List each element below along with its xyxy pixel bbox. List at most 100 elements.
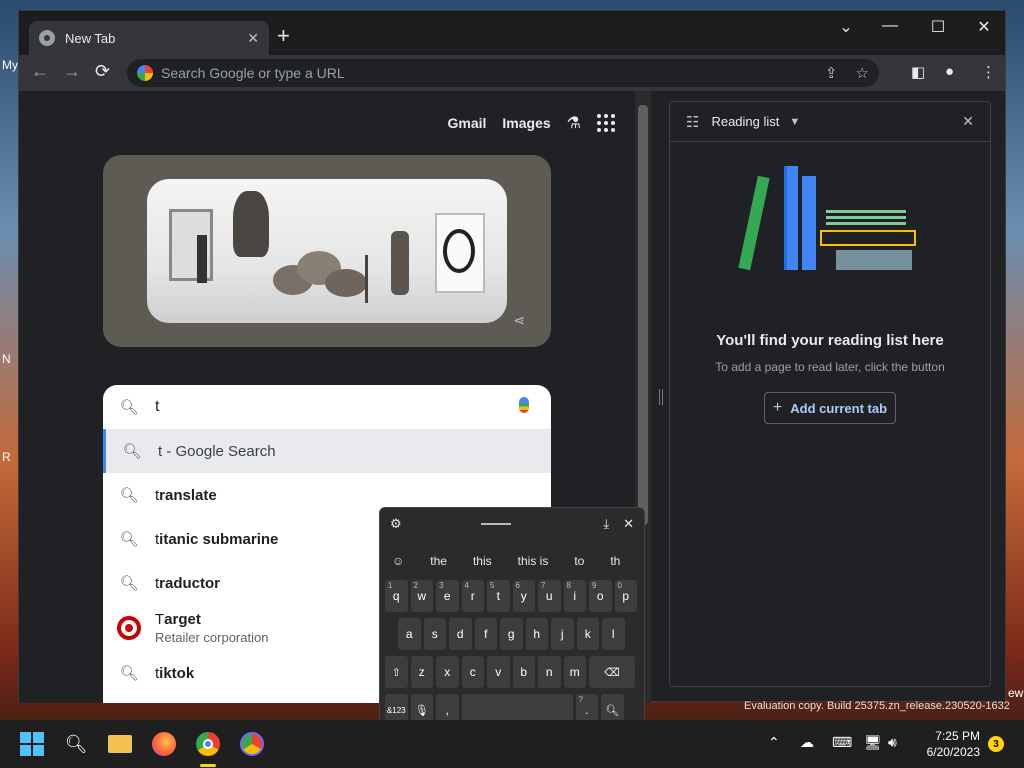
keyboard-dock-icon[interactable]: ⤓ bbox=[603, 516, 609, 532]
backspace-key[interactable]: ⌫ bbox=[589, 656, 635, 688]
key-o[interactable]: 9o bbox=[589, 580, 612, 612]
key-q[interactable]: 1q bbox=[385, 580, 408, 612]
menu-icon[interactable]: ⋮ bbox=[981, 63, 996, 81]
chrome-icon[interactable] bbox=[194, 730, 222, 758]
key-r[interactable]: 4r bbox=[461, 580, 484, 612]
key-d[interactable]: d bbox=[449, 618, 472, 650]
keyboard-close-icon[interactable]: ✕ bbox=[623, 516, 634, 532]
key-u[interactable]: 7u bbox=[538, 580, 561, 612]
google-doodle[interactable]: ⋖ bbox=[103, 155, 551, 347]
suggestion-item[interactable]: 🔍︎ t - Google Search bbox=[103, 429, 551, 473]
bookmark-star-icon[interactable]: ☆ bbox=[856, 64, 869, 82]
key-e[interactable]: 3e bbox=[436, 580, 459, 612]
key-v[interactable]: v bbox=[487, 656, 510, 688]
key-p[interactable]: 0p bbox=[614, 580, 637, 612]
tray-overflow-icon[interactable]: ⌃ bbox=[768, 734, 780, 751]
close-window-button[interactable]: ✕ bbox=[969, 17, 999, 37]
voice-search-icon[interactable] bbox=[519, 397, 529, 413]
profile-icon[interactable]: ● bbox=[945, 63, 954, 80]
active-app-indicator bbox=[200, 764, 216, 767]
keyboard-suggestion[interactable]: this is bbox=[518, 554, 549, 568]
add-current-tab-button[interactable]: + Add current tab bbox=[764, 392, 896, 424]
close-icon[interactable]: ✕ bbox=[962, 113, 974, 130]
images-link[interactable]: Images bbox=[502, 115, 550, 131]
key-k[interactable]: k bbox=[576, 618, 599, 650]
key-n[interactable]: n bbox=[538, 656, 561, 688]
reading-list-panel: ☷ Reading list ▼ ✕ You'll find your read… bbox=[669, 101, 991, 687]
key-w[interactable]: 2w bbox=[410, 580, 433, 612]
start-button[interactable] bbox=[18, 730, 46, 758]
doodle-image bbox=[147, 179, 507, 323]
search-icon: 🔍︎ bbox=[119, 487, 139, 504]
keyboard-suggestion[interactable]: th bbox=[610, 554, 620, 568]
tab-new-tab[interactable]: New Tab ✕ bbox=[29, 21, 269, 55]
gmail-link[interactable]: Gmail bbox=[448, 115, 487, 131]
panel-resize-handle[interactable] bbox=[659, 389, 663, 405]
key-b[interactable]: b bbox=[512, 656, 535, 688]
reload-button[interactable]: ⟳ bbox=[95, 61, 110, 82]
keyboard-suggestion[interactable]: this bbox=[473, 554, 492, 568]
doodle-share-icon[interactable]: ⋖ bbox=[513, 312, 525, 329]
labs-flask-icon[interactable]: ⚗ bbox=[567, 113, 581, 133]
emoji-icon[interactable]: ☺ bbox=[392, 554, 404, 568]
keyboard-suggestion[interactable]: to bbox=[574, 554, 584, 568]
forward-button[interactable]: → bbox=[63, 61, 81, 82]
keyboard-suggestion[interactable]: the bbox=[430, 554, 447, 568]
side-panel-icon[interactable]: ◧ bbox=[911, 63, 925, 81]
key-f[interactable]: f bbox=[474, 618, 497, 650]
keyboard-settings-icon[interactable]: ⚙ bbox=[390, 516, 402, 532]
windows-icon bbox=[20, 732, 44, 756]
search-icon[interactable]: 🔍︎ bbox=[62, 730, 90, 758]
tab-search-button[interactable]: ⌄ bbox=[831, 17, 861, 37]
omnibox[interactable]: Search Google or type a URL ⇪ ☆ bbox=[127, 59, 879, 87]
reading-list-empty-heading: You'll find your reading list here bbox=[716, 332, 944, 349]
volume-icon[interactable]: 🔊︎ bbox=[888, 734, 897, 751]
key-t[interactable]: 5t bbox=[487, 580, 510, 612]
apps-grid-icon[interactable] bbox=[597, 114, 615, 132]
minimize-button[interactable]: — bbox=[875, 17, 905, 35]
keyboard-row-3: ⇧ z x c v b n m ⌫ bbox=[385, 656, 635, 688]
desktop-icon-label: My bbox=[2, 58, 18, 72]
chevron-down-icon[interactable]: ▼ bbox=[789, 116, 800, 128]
omnibox-input[interactable]: Search Google or type a URL bbox=[161, 65, 807, 81]
key-x[interactable]: x bbox=[436, 656, 459, 688]
reading-list-icon: ☷ bbox=[686, 113, 700, 131]
tab-close-icon[interactable]: ✕ bbox=[247, 30, 259, 47]
search-input[interactable]: t bbox=[155, 398, 159, 416]
key-a[interactable]: a bbox=[398, 618, 421, 650]
key-i[interactable]: 8i bbox=[563, 580, 586, 612]
key-z[interactable]: z bbox=[410, 656, 433, 688]
reading-list-illustration bbox=[738, 166, 920, 276]
new-tab-button[interactable]: + bbox=[277, 23, 290, 49]
key-g[interactable]: g bbox=[500, 618, 523, 650]
key-y[interactable]: 6y bbox=[512, 580, 535, 612]
firefox-icon[interactable] bbox=[150, 730, 178, 758]
notification-badge[interactable]: 3 bbox=[988, 736, 1004, 752]
key-l[interactable]: l bbox=[602, 618, 625, 650]
clock-date: 6/20/2023 bbox=[926, 745, 980, 759]
search-icon: 🔍︎ bbox=[119, 531, 139, 548]
scroll-thumb[interactable] bbox=[638, 105, 648, 525]
file-explorer-icon[interactable] bbox=[106, 730, 134, 758]
suggestion-text: arget bbox=[164, 611, 201, 628]
maximize-button[interactable]: ☐ bbox=[923, 17, 953, 37]
network-icon[interactable]: 🖥︎ bbox=[864, 734, 882, 751]
onedrive-icon[interactable]: ☁ bbox=[800, 734, 814, 751]
key-s[interactable]: s bbox=[423, 618, 446, 650]
back-button[interactable]: ← bbox=[31, 61, 49, 82]
side-panel-title[interactable]: Reading list bbox=[711, 114, 779, 129]
chrome-canary-icon[interactable] bbox=[238, 730, 266, 758]
share-icon[interactable]: ⇪ bbox=[825, 64, 838, 82]
system-clock[interactable]: 7:25 PM 6/20/2023 bbox=[920, 728, 980, 760]
key-j[interactable]: j bbox=[551, 618, 574, 650]
key-h[interactable]: h bbox=[525, 618, 548, 650]
search-input-row[interactable]: 🔍︎ t bbox=[103, 385, 551, 429]
tab-title: New Tab bbox=[65, 30, 116, 46]
keyboard-drag-handle[interactable] bbox=[480, 523, 511, 525]
chrome-icon bbox=[39, 30, 55, 46]
keyboard-icon[interactable]: ⌨ bbox=[832, 734, 852, 751]
shift-key[interactable]: ⇧ bbox=[385, 656, 408, 688]
key-m[interactable]: m bbox=[563, 656, 586, 688]
keyboard-top-bar[interactable]: ⚙ ⤓ ✕ bbox=[380, 508, 644, 540]
key-c[interactable]: c bbox=[461, 656, 484, 688]
